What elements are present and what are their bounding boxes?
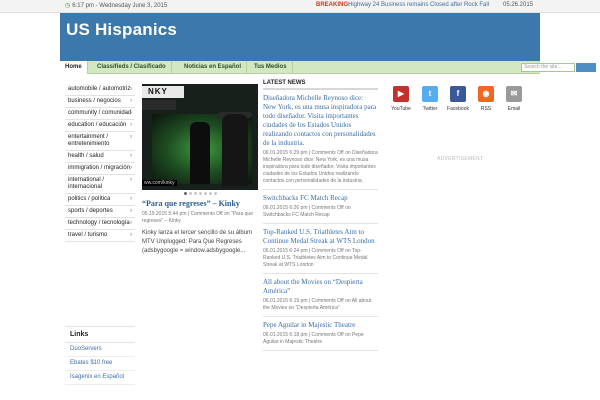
category-item[interactable]: politics / política › [65,194,135,206]
news-meta: 06.01.2015 6:26 pm | Comments Off on Swi… [263,205,351,218]
category-item[interactable]: entertainment / entretenimiento › [65,132,135,151]
chevron-right-icon: › [130,220,132,226]
advertisement-label: ADVERTISEMENT [437,156,484,162]
featured-title-link[interactable]: “Para que regreses” – Kinky [142,199,258,208]
youtube-icon: ▶ [393,86,409,102]
category-sidebar: automobile / automotriz › business / nego… [65,84,135,242]
rss-icon: ◉ [478,86,494,102]
nav-item-home[interactable]: Home [60,61,88,74]
news-title-link[interactable]: Diseñadora Michelle Reynoso dice: New Yo… [263,94,378,148]
featured-post: NKY ww.com/kinky “Para que regreses” – K… [142,84,258,256]
chevron-right-icon: › [130,208,132,214]
facebook-icon: f [450,86,466,102]
category-item[interactable]: sports / deportes › [65,206,135,218]
news-meta: 06.01.2015 6:18 pm | Comments Off on Pep… [263,332,364,345]
news-meta: 06.01.2015 6:24 pm | Comments Off on Top… [263,248,368,268]
slider-dot[interactable] [203,192,207,195]
site-header: US Hispanics [60,13,540,61]
latest-news-title: LATEST NEWS [263,80,378,90]
search-button[interactable] [576,63,596,72]
link-item[interactable]: Ebates $10 free [65,357,135,371]
clock-icon: ◷ [65,3,71,9]
social-facebook[interactable]: f Facebook [444,86,472,112]
breaking-headline-link[interactable]: Highway 24 Business remains Closed after… [348,2,489,8]
chevron-right-icon: › [130,98,132,104]
news-item: Switchbacks FC Match Recap 06.01.2015 6:… [263,190,378,224]
news-meta: 06.01.2015 6:19 pm | Comments Off on All… [263,298,372,311]
social-rss[interactable]: ◉ RSS [472,86,500,112]
news-meta: 06.01.2015 6:29 pm | Comments Off on Dis… [263,150,378,184]
breaking-label: BREAKING: [316,2,350,8]
main-nav: Home Classifieds / Clasificado Noticias … [60,61,596,74]
slider-dot[interactable] [213,192,217,195]
links-title: Links [65,327,135,343]
social-twitter[interactable]: t Twitter [416,86,444,112]
category-item[interactable]: education / educación › [65,120,135,132]
news-title-link[interactable]: Top-Ranked U.S. Triathletes Aim to Conti… [263,228,378,246]
slider-dot[interactable] [193,192,197,195]
search-input[interactable]: Search the site... [521,63,575,72]
news-item: Diseñadora Michelle Reynoso dice: New Yo… [263,90,378,190]
category-item[interactable]: community / comunidad › [65,108,135,120]
news-title-link[interactable]: Pepe Aguilar in Majestic Theatre [263,321,378,330]
chevron-right-icon: › [130,86,132,92]
chevron-right-icon: › [130,232,132,238]
news-item: Top-Ranked U.S. Triathletes Aim to Conti… [263,224,378,274]
link-item[interactable]: DuoServers [65,343,135,357]
social-links: ▶ YouTube t Twitter f Facebook ◉ RSS ✉ E… [387,86,532,120]
email-icon: ✉ [506,86,522,102]
category-item[interactable]: health / salud › [65,151,135,163]
chevron-right-icon: › [130,122,132,128]
featured-meta: 05.19.2015 5:44 pm | Comments Off on “Pa… [142,211,253,224]
slider-dot[interactable] [208,192,212,195]
social-email[interactable]: ✉ Email [500,86,528,112]
nav-item-tus-medios[interactable]: Tus Medios [249,61,293,74]
slider-dot[interactable] [183,192,187,195]
breaking-headline-date: 05.26.2015 [503,2,534,8]
chevron-right-icon: › [130,153,132,159]
slider-dot[interactable] [198,192,202,195]
news-item: Pepe Aguilar in Majestic Theatre 06.01.2… [263,317,378,351]
latest-news: LATEST NEWS Diseñadora Michelle Reynoso … [263,80,378,351]
twitter-icon: t [422,86,438,102]
links-widget: Links DuoServers Ebates $10 free Isageni… [65,326,135,385]
slider-dots [142,190,258,198]
chevron-right-icon: › [130,165,132,171]
category-item[interactable]: business / negocios › [65,96,135,108]
nav-item-noticias[interactable]: Noticias en Español [179,61,248,74]
slider-dot[interactable] [188,192,192,195]
site-title-link[interactable]: US Hispanics [66,20,177,40]
featured-excerpt: Kinky lanza el tercer sencillo de su álb… [142,230,253,254]
news-item: All about the Movies on “Despierta Améri… [263,274,378,317]
social-youtube[interactable]: ▶ YouTube [387,86,415,112]
category-item[interactable]: travel / turismo › [65,230,135,242]
featured-image[interactable]: NKY ww.com/kinky [142,84,258,190]
news-title-link[interactable]: Switchbacks FC Match Recap [263,194,378,203]
nav-item-classifieds[interactable]: Classifieds / Clasificado [92,61,172,74]
chevron-right-icon: › [130,196,132,202]
image-url-text: ww.com/kinky [142,180,177,186]
news-title-link[interactable]: All about the Movies on “Despierta Améri… [263,278,378,296]
chevron-right-icon: › [130,110,132,116]
top-bar: ◷ 6:17 pm - Wednesday June 3, 2015 BREAKI… [0,0,600,13]
current-datetime: ◷ 6:17 pm - Wednesday June 3, 2015 [65,3,168,9]
chevron-right-icon: › [130,177,132,183]
category-item[interactable]: immigration / migración › [65,163,135,175]
category-item[interactable]: international / internacional › [65,175,135,194]
image-sign-text: NKY [142,86,184,98]
category-item[interactable]: automobile / automotriz › [65,84,135,96]
category-item[interactable]: technology / tecnología › [65,218,135,230]
chevron-right-icon: › [130,134,132,140]
link-item[interactable]: Isagenix en Español [65,371,135,385]
